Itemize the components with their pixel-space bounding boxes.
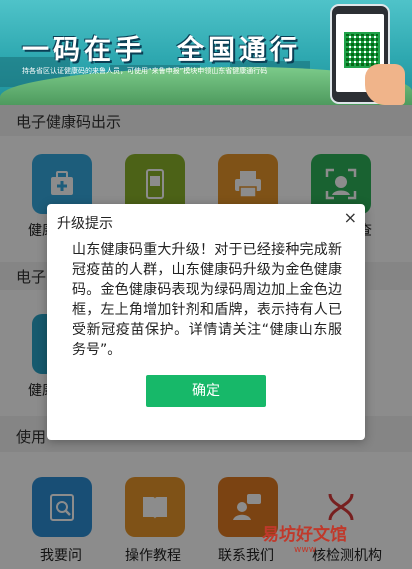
- upgrade-dialog: 升级提示 × 山东健康码重大升级！对于已经接种完成新冠疫苗的人群，山东健康码升级…: [47, 204, 365, 440]
- dialog-title: 升级提示: [57, 216, 113, 232]
- confirm-button[interactable]: 确定: [146, 375, 266, 407]
- dialog-message: 山东健康码重大升级！对于已经接种完成新冠疫苗的人群，山东健康码升级为金色健康码。…: [72, 242, 342, 358]
- qr-code-icon: [344, 32, 380, 68]
- header-banner: 一码在手 全国通行 持各省区认证健康码的来鲁人员，可使用“来鲁申报”模块申领山东…: [0, 0, 412, 105]
- banner-subtitle: 持各省区认证健康码的来鲁人员，可使用“来鲁申报”模块申领山东省健康通行码: [22, 67, 268, 75]
- watermark-text: 易坊好文馆: [262, 525, 347, 545]
- hand-illustration: [365, 64, 405, 105]
- banner-title: 一码在手 全国通行: [22, 35, 301, 66]
- watermark-url: www: [294, 545, 317, 555]
- close-icon[interactable]: ×: [344, 208, 357, 227]
